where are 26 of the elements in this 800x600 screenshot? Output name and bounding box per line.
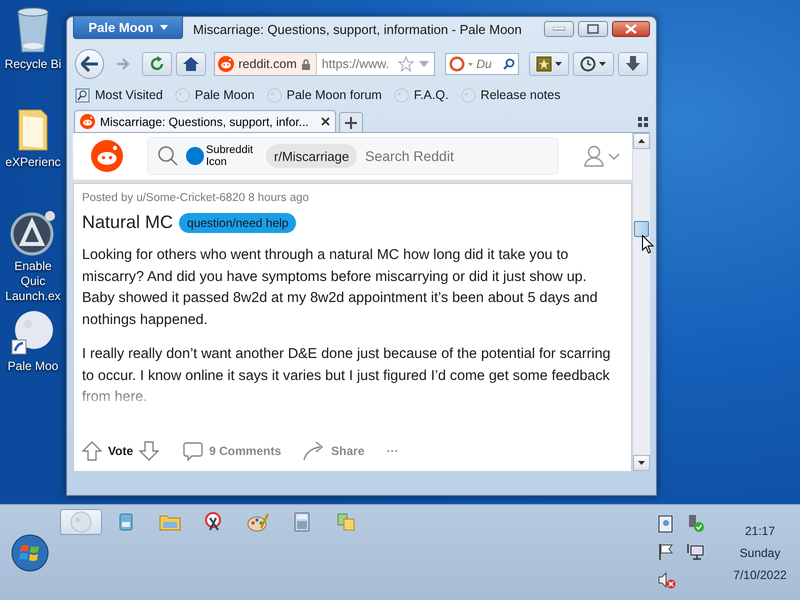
desktop-icon-label[interactable]: Enable Quic Launch.ex [1,259,65,304]
clock-date: 7/10/2022 [733,568,787,582]
bookmark-item[interactable]: Pale Moon [174,88,255,102]
bookmark-item[interactable]: Most Visited [75,88,163,102]
desktop-icon-label[interactable]: Pale Moo [8,359,58,374]
clock-day: Sunday [740,546,780,560]
browser-tab[interactable]: Miscarriage: Questions, support, infor... [74,110,336,132]
bookmark-item[interactable]: F.A.Q. [394,88,449,102]
clock-time: 21:17 [744,524,776,538]
address-bar[interactable]: reddit.com https://www. [214,52,436,76]
image-alt-text: Subreddit Icon [206,144,254,168]
site-identity[interactable]: reddit.com [215,53,317,75]
desktop-icon-label[interactable]: Recycle Bi [4,57,62,72]
app-menu-button[interactable]: Pale Moon [73,17,183,39]
search-field[interactable]: Search Reddit [365,148,548,164]
post-title[interactable]: Natural MC [82,212,174,233]
window-title: Miscarriage: Questions, support, information - Pale Moon [193,22,523,37]
clock[interactable]: 21:17 Sunday 7/10/2022 [720,505,800,600]
bookmark-item[interactable]: Release notes [460,88,560,102]
post-paragraph: Looking for others who went through a natural MC how long did it take you to miscarry? And did you have symptoms before miscarrying or did it just show up. Baby showed it passed 8w2d at my 8w2d appointment it’s been about 5 days and nothings happened. [82,246,599,330]
bookmark-item[interactable]: Pale Moon forum [266,88,382,102]
subreddit-chip[interactable]: r/Miscarriage [266,144,358,168]
vote-count: Vote [108,444,134,458]
post-flair[interactable]: question/need help [179,212,296,232]
post-byline: Posted by u/Some-Cricket-6820 8 hours ago [82,192,310,204]
desktop-icon-label[interactable]: eXPerienc [5,155,61,170]
